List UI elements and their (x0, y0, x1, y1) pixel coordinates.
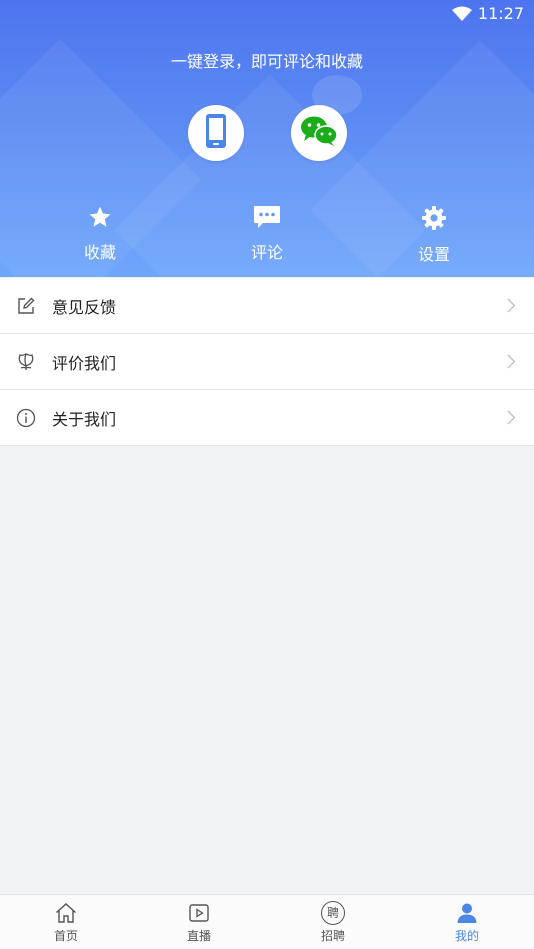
wifi-icon (452, 6, 472, 26)
tab-label: 我的 (454, 929, 479, 943)
tab-label: 招聘 (320, 929, 345, 943)
chevron-right-icon (507, 354, 516, 373)
menu-item-rate-us[interactable]: 评价我们 (0, 334, 534, 390)
star-icon (88, 206, 112, 233)
menu-item-about-us[interactable]: 关于我们 (0, 390, 534, 446)
settings-label: 设置 (417, 245, 450, 264)
tab-home[interactable]: 首页 (26, 901, 106, 944)
tab-label: 直播 (186, 929, 211, 943)
comments-label: 评论 (250, 243, 283, 262)
favorites-button[interactable]: 收藏 (60, 205, 140, 263)
tab-mine[interactable]: 我的 (427, 901, 507, 944)
menu-item-label: 关于我们 (52, 409, 117, 429)
comment-icon (253, 206, 281, 233)
tab-live[interactable]: 直播 (159, 901, 239, 944)
bottom-tab-bar: 首页 直播 聘 招聘 我的 (0, 894, 534, 949)
menu-item-label: 评价我们 (52, 353, 117, 373)
flower-icon (16, 352, 36, 372)
login-hint: 一键登录，即可评论和收藏 (170, 52, 363, 71)
profile-header: 11:27 一键登录，即可评论和收藏 收藏 评论 设置 (0, 0, 534, 277)
play-icon (159, 901, 239, 925)
settings-menu: 意见反馈 评价我们 关于我们 (0, 278, 534, 446)
recruit-icon: 聘 (321, 901, 345, 925)
tab-label: 首页 (53, 929, 78, 943)
comments-button[interactable]: 评论 (227, 205, 307, 263)
favorites-label: 收藏 (83, 243, 116, 262)
phone-icon (205, 113, 227, 153)
status-bar: 11:27 (0, 0, 534, 28)
status-time: 11:27 (477, 4, 524, 23)
menu-item-feedback[interactable]: 意见反馈 (0, 278, 534, 334)
chevron-right-icon (507, 410, 516, 429)
tab-recruit[interactable]: 聘 招聘 (293, 901, 373, 944)
info-icon (16, 408, 36, 428)
wechat-login-button[interactable] (291, 105, 347, 161)
edit-icon (16, 296, 36, 316)
settings-button[interactable]: 设置 (394, 205, 474, 265)
wechat-icon (300, 115, 338, 151)
chevron-right-icon (507, 298, 516, 317)
home-icon (26, 901, 106, 925)
user-icon (427, 901, 507, 925)
phone-login-button[interactable] (188, 105, 244, 161)
menu-item-label: 意见反馈 (52, 297, 117, 317)
gear-icon (421, 206, 447, 235)
